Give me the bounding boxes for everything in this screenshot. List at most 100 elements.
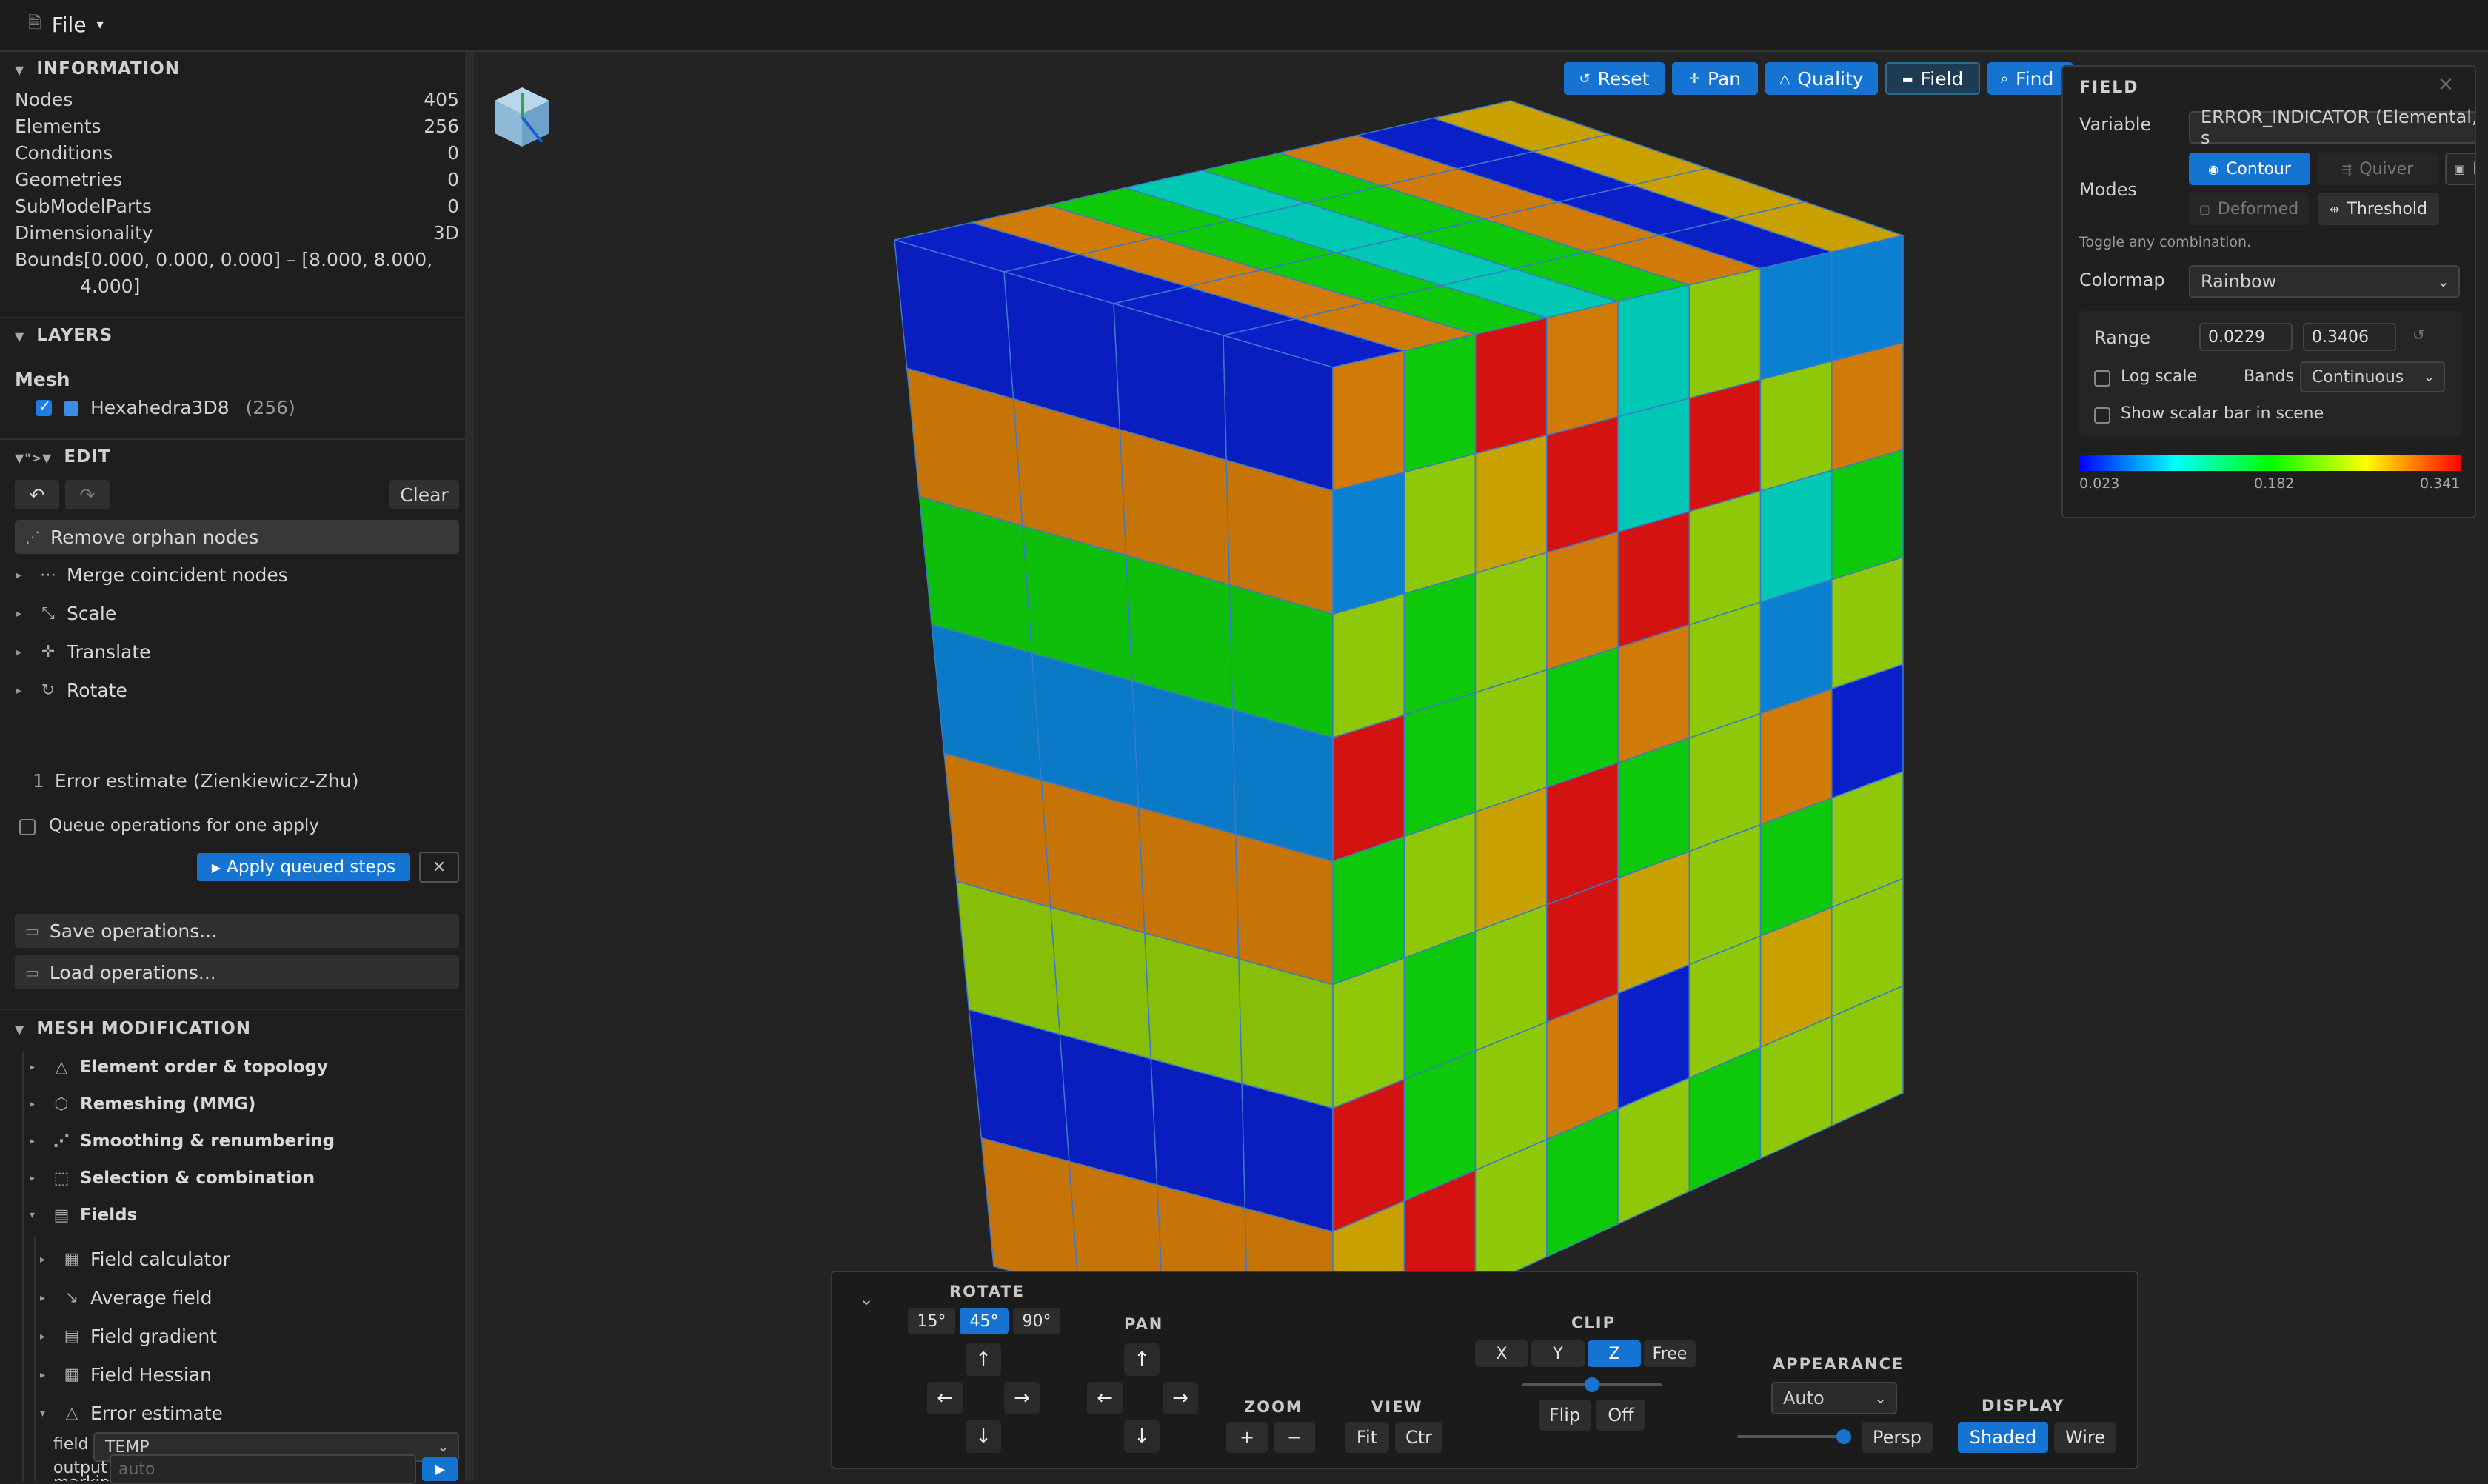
zoom-out-button[interactable]: − — [1274, 1422, 1315, 1453]
mesh-left-face[interactable] — [980, 1137, 1080, 1289]
mesh-right-face[interactable] — [1474, 317, 1548, 455]
mesh-right-face[interactable] — [1688, 378, 1762, 512]
log-scale-checkbox[interactable] — [2094, 370, 2110, 387]
clip-off-button[interactable]: Off — [1596, 1400, 1645, 1431]
appearance-select[interactable]: Auto ⌄ — [1771, 1382, 1897, 1414]
mode-threshold-toggle[interactable]: ⇹ Threshold — [2318, 193, 2439, 225]
group-element-order[interactable]: ▸ △ Element order & topology — [30, 1057, 328, 1077]
queue-operations-checkbox[interactable] — [19, 819, 36, 835]
mesh-right-face[interactable] — [1546, 415, 1619, 554]
mesh-right-face[interactable] — [1546, 301, 1619, 436]
clip-slider-handle[interactable] — [1585, 1377, 1599, 1392]
mesh-left-face[interactable] — [1241, 1083, 1334, 1233]
mesh-modification-header[interactable]: ▼ MESH MODIFICATION — [15, 1019, 251, 1038]
mesh-right-face[interactable] — [1332, 471, 1405, 615]
mesh-right-face[interactable] — [1688, 267, 1762, 399]
rotate-step-15[interactable]: 15° — [908, 1308, 955, 1334]
view-center-button[interactable]: Ctr — [1395, 1422, 1442, 1453]
apply-queued-button[interactable]: ▶ Apply queued steps — [197, 853, 410, 881]
mesh-right-face[interactable] — [1403, 333, 1477, 473]
view-fit-button[interactable]: Fit — [1345, 1422, 1389, 1453]
field-button[interactable]: ▬ Field — [1885, 62, 1980, 95]
mesh-right-face[interactable] — [1332, 714, 1405, 863]
mode-quiver-toggle[interactable]: ⇶ Quiver — [2318, 153, 2438, 185]
mesh-right-face[interactable] — [1474, 552, 1548, 694]
fields-item-calculator[interactable]: ▸ ▦ Field calculator — [40, 1249, 230, 1270]
mesh-right-face[interactable] — [1474, 434, 1548, 574]
group-smoothing[interactable]: ▸ ⋰ Smoothing & renumbering — [30, 1132, 335, 1151]
appearance-slider[interactable] — [1737, 1435, 1848, 1438]
colormap-select[interactable]: Rainbow ⌄ — [2189, 265, 2460, 298]
appearance-slider-handle[interactable] — [1836, 1429, 1851, 1444]
mesh-right-face[interactable] — [1403, 692, 1477, 838]
rotate-down-button[interactable]: ↓ — [966, 1420, 1001, 1453]
mesh-right-face[interactable] — [1831, 341, 1904, 472]
edit-header[interactable]: ▼">▼ EDIT — [15, 447, 110, 467]
fields-item-error-estimate[interactable]: ▾ △ Error estimate — [40, 1403, 223, 1424]
zoom-in-button[interactable]: + — [1226, 1422, 1268, 1453]
mesh-right-face[interactable] — [1546, 531, 1619, 671]
group-remeshing[interactable]: ▸ ⬡ Remeshing (MMG) — [30, 1094, 255, 1114]
save-operations-button[interactable]: ▭ Save operations... — [15, 914, 459, 948]
group-selection[interactable]: ▸ ⬚ Selection & combination — [30, 1169, 315, 1188]
display-wire-button[interactable]: Wire — [2054, 1422, 2116, 1453]
clear-button[interactable]: Clear — [389, 480, 459, 509]
information-header[interactable]: ▼ INFORMATION — [15, 59, 180, 78]
collapse-icon[interactable]: ⌄ — [859, 1289, 874, 1309]
mesh-right-face[interactable] — [1688, 490, 1762, 626]
pan-right-button[interactable]: → — [1163, 1382, 1198, 1414]
output-input[interactable]: auto — [110, 1454, 416, 1484]
remove-orphan-nodes-button[interactable]: ⋰ Remove orphan nodes — [15, 520, 459, 554]
mesh-left-face[interactable] — [1238, 957, 1334, 1109]
redo-button[interactable]: ↷ — [65, 480, 110, 509]
range-max-input[interactable]: 0.3406 — [2303, 323, 2396, 351]
rotate-right-button[interactable]: → — [1004, 1382, 1040, 1414]
pan-up-button[interactable]: ↑ — [1124, 1343, 1160, 1376]
close-icon[interactable]: ✕ — [2438, 74, 2454, 96]
file-menu[interactable]: 🗎 File ▾ — [28, 10, 104, 39]
reset-range-icon[interactable]: ↺ — [2412, 326, 2425, 344]
reset-button[interactable]: ↺ Reset — [1564, 62, 1665, 95]
quality-button[interactable]: △ Quality — [1765, 62, 1878, 95]
discard-queue-button[interactable]: ✕ — [419, 852, 459, 883]
load-operations-button[interactable]: ▭ Load operations... — [15, 955, 459, 989]
edit-item-translate[interactable]: ▸ ✛ Translate — [16, 641, 151, 663]
variable-select[interactable]: ERROR_INDICATOR (Elemental, s — [2189, 107, 2475, 148]
mesh-right-face[interactable] — [1332, 350, 1405, 492]
group-fields[interactable]: ▾ ▤ Fields — [30, 1206, 137, 1225]
pan-left-button[interactable]: ← — [1087, 1382, 1123, 1414]
mesh-left-face[interactable] — [1150, 1058, 1246, 1209]
rotate-up-button[interactable]: ↑ — [966, 1343, 1001, 1376]
edit-item-scale[interactable]: ▸ ⤡ Scale — [16, 603, 116, 624]
clip-z-button[interactable]: Z — [1588, 1340, 1641, 1367]
clip-flip-button[interactable]: Flip — [1539, 1400, 1591, 1431]
mesh-right-face[interactable] — [1617, 397, 1690, 533]
mode-contour-toggle[interactable]: ◉ Contour — [2189, 153, 2310, 185]
mode-deformed-toggle[interactable]: ▢ Deformed — [2189, 193, 2309, 225]
queued-step[interactable]: 1 Error estimate (Zienkiewicz-Zhu) — [33, 770, 358, 792]
mesh-right-face[interactable] — [1403, 452, 1477, 595]
pan-button[interactable]: ✛ Pan — [1672, 62, 1758, 95]
mesh-right-face[interactable] — [1332, 592, 1405, 739]
mode-iso-toggle[interactable]: ▣ Is — [2445, 153, 2475, 185]
range-min-input[interactable]: 0.0229 — [2199, 323, 2293, 351]
mesh-right-face[interactable] — [1617, 510, 1690, 649]
layer-color-swatch[interactable] — [64, 401, 78, 416]
fields-item-gradient[interactable]: ▸ ▤ Field gradient — [40, 1326, 217, 1347]
rotate-step-45[interactable]: 45° — [960, 1308, 1009, 1334]
mesh-right-face[interactable] — [1617, 284, 1690, 418]
mesh-right-face[interactable] — [1831, 235, 1904, 362]
mesh-right-face[interactable] — [1759, 251, 1833, 381]
clip-y-button[interactable]: Y — [1531, 1340, 1585, 1367]
layer-item-label[interactable]: Hexahedra3D8 (256) — [90, 397, 295, 418]
display-shaded-button[interactable]: Shaded — [1958, 1422, 2048, 1453]
clip-x-button[interactable]: X — [1475, 1340, 1528, 1367]
mesh-right-face[interactable] — [1403, 572, 1477, 716]
scalar-bar-checkbox[interactable] — [2094, 407, 2110, 424]
undo-button[interactable]: ↶ — [15, 480, 59, 509]
fields-item-hessian[interactable]: ▸ ▦ Field Hessian — [40, 1364, 212, 1386]
edit-item-rotate[interactable]: ▸ ↻ Rotate — [16, 680, 127, 701]
bands-select[interactable]: Continuous ⌄ — [2300, 361, 2445, 392]
layers-header[interactable]: ▼ LAYERS — [15, 326, 113, 345]
layer-visibility-checkbox[interactable]: ✓ — [36, 397, 52, 416]
